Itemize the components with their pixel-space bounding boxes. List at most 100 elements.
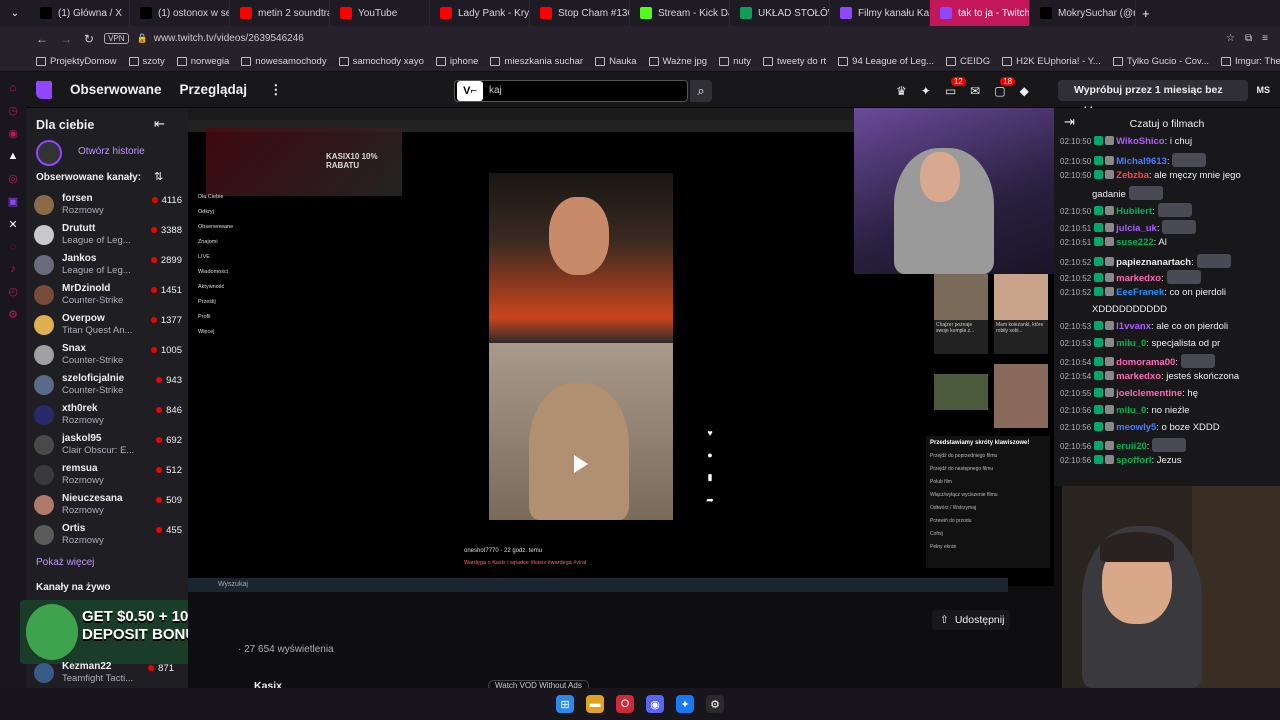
show-more-link[interactable]: Pokaż więcej <box>36 557 94 568</box>
crown-icon[interactable]: ♛ <box>896 84 907 98</box>
chat-username[interactable]: joelclementine <box>1116 388 1182 399</box>
bookmark-item[interactable]: samochody xayo <box>338 56 424 67</box>
side-card-1[interactable]: Chajzer poznaje swoje kompla z... <box>934 274 988 354</box>
settings-icon[interactable]: ⚙ <box>8 308 18 321</box>
browser-tab[interactable]: Filmy kanału Kasi <box>830 0 930 26</box>
mail-icon[interactable]: ✉ <box>970 84 980 98</box>
instagram-icon[interactable]: ◌ <box>10 241 17 253</box>
nav-more-icon[interactable]: ⋮ <box>269 82 283 98</box>
bookmark-item[interactable]: szoty <box>128 56 165 67</box>
discord-icon[interactable]: ◎ <box>8 172 18 185</box>
browser-tab[interactable]: MokrySuchar (@m <box>1030 0 1136 26</box>
browser-tab[interactable]: tak to ja - Twitch <box>930 0 1030 26</box>
chat-username[interactable]: milu_0 <box>1116 405 1146 416</box>
share-icon[interactable]: ➦ <box>706 495 714 506</box>
history-icon[interactable]: ◷ <box>8 104 18 117</box>
vpn-badge[interactable]: VPN <box>104 33 129 44</box>
x-icon[interactable]: ✕ <box>8 218 17 231</box>
home-icon[interactable]: ⌂ <box>10 82 17 94</box>
forward-icon[interactable]: → <box>60 32 72 46</box>
chat-username[interactable]: markedxo <box>1116 273 1161 284</box>
side-card-4-thumb[interactable] <box>994 364 1048 428</box>
followed-channel-item[interactable]: xth0rek Rozmowy 846 <box>34 402 182 432</box>
bookmark-item[interactable]: Nauka <box>595 56 637 67</box>
browser-tab[interactable]: metin 2 soundtrac <box>230 0 330 26</box>
opera-icon[interactable]: O <box>616 695 634 713</box>
open-history-link[interactable]: Otwórz historie <box>78 146 145 157</box>
followed-channel-item[interactable]: MrDzinold Counter-Strike 1451 <box>34 282 182 312</box>
chat-username[interactable]: l1vvanx <box>1116 321 1151 332</box>
comment-icon[interactable]: ● <box>707 450 712 460</box>
bookmark-icon[interactable]: ☆ <box>1226 33 1235 44</box>
windows-icon[interactable]: ⊞ <box>556 695 574 713</box>
inbox-icon[interactable]: ▢ 18 <box>994 77 1016 98</box>
tab-actions-icon[interactable]: ⌄ <box>0 8 30 19</box>
browser-tab[interactable]: (1) Główna / X <box>30 0 130 26</box>
chat-username[interactable]: markedxo <box>1116 371 1161 382</box>
search-input[interactable]: kaj <box>454 80 688 102</box>
prime-trial-button[interactable]: Wypróbuj przez 1 miesiąc bez reklam <box>1058 80 1248 117</box>
play-icon[interactable] <box>574 455 588 473</box>
pin-icon[interactable]: ▲ <box>8 150 19 162</box>
discord-icon[interactable]: ◉ <box>646 695 664 713</box>
followed-channel-item[interactable]: Overpow Titan Quest An... 1377 <box>34 312 182 342</box>
messenger-icon[interactable]: ◉ <box>8 127 18 140</box>
bookmark-item[interactable]: norwegia <box>176 56 229 67</box>
search-extension-icon[interactable]: V⌐ <box>457 81 483 101</box>
chat-username[interactable]: EeeFranek <box>1116 287 1164 298</box>
reload-icon[interactable]: ↻ <box>84 32 94 46</box>
chat-username[interactable]: eruii20 <box>1116 441 1147 452</box>
bookmark-item[interactable]: H2K EUphoria! - Y... <box>1002 56 1101 67</box>
collapse-sidebar-icon[interactable]: ⇤ <box>154 116 165 132</box>
nav-following[interactable]: Obserwowane <box>70 82 162 97</box>
new-tab-icon[interactable]: + <box>1142 6 1150 21</box>
bookmark-item[interactable]: nowesamochody <box>241 56 327 67</box>
chat-username[interactable]: julcia_uk <box>1116 223 1157 234</box>
bookmark-item[interactable]: nuty <box>719 56 751 67</box>
bookmark-item[interactable]: Tylko Gucio - Cov... <box>1112 56 1209 67</box>
steam-icon[interactable]: ⚙ <box>706 695 724 713</box>
search-icon[interactable]: ⌕ <box>690 80 712 102</box>
bits-icon[interactable]: ✦ <box>921 84 931 98</box>
followed-channel-item[interactable]: szeloficjalnie Counter-Strike 943 <box>34 372 182 402</box>
bookmark-item[interactable]: CEIDG <box>946 56 990 67</box>
explorer-icon[interactable]: ▬ <box>586 695 604 713</box>
back-icon[interactable]: ← <box>36 32 48 46</box>
sort-icon[interactable]: ⇅ <box>154 170 163 183</box>
browser-tab[interactable]: UKŁAD STOŁÓW <box>730 0 830 26</box>
save-icon[interactable]: ▮ <box>708 472 713 483</box>
followed-channel-item[interactable]: forsen Rozmowy 4116 <box>34 192 182 222</box>
notifications-icon[interactable]: ▭ 12 <box>945 77 966 98</box>
chat-username[interactable]: suse222 <box>1116 237 1154 248</box>
bookmark-item[interactable]: 94 League of Leg... <box>838 56 934 67</box>
bookmark-item[interactable]: tweety do rt <box>763 56 826 67</box>
side-card-3-thumb[interactable] <box>934 374 988 410</box>
bookmark-item[interactable]: mieszkania suchar <box>490 56 583 67</box>
video-player[interactable]: KASIX10 10% RABATU Dla Ciebie Odkryj Obser… <box>188 108 1054 586</box>
chat-username[interactable]: WikoShico <box>1116 136 1164 147</box>
chat-username[interactable]: domorama00 <box>1116 357 1175 368</box>
followed-channel-item[interactable]: Drututt League of Leg... 3388 <box>34 222 182 252</box>
prime-icon[interactable]: ◆ <box>1020 84 1029 98</box>
bookmark-item[interactable]: Ważne jpg <box>648 56 707 67</box>
browser-tab[interactable]: Lady Pank - Kryzy <box>430 0 530 26</box>
side-card-2[interactable]: Mam kolezanki, które robiły sobi... <box>994 274 1048 354</box>
browser-tab[interactable]: Stop Cham #1367 <box>530 0 630 26</box>
share-button[interactable]: ⇧ Udostępnij <box>932 610 1010 630</box>
messenger-icon[interactable]: ✦ <box>676 695 694 713</box>
browser-tab[interactable]: (1) ostonox w serw <box>130 0 230 26</box>
url-field[interactable]: www.twitch.tv/videos/2639546246 <box>154 33 304 44</box>
menu-icon[interactable]: ≡ <box>1262 33 1268 44</box>
user-avatar[interactable]: MS <box>1257 85 1271 95</box>
followed-channel-item[interactable]: Nieuczesana Rozmowy 509 <box>34 492 182 522</box>
like-icon[interactable]: ♥ <box>707 428 712 438</box>
chat-username[interactable]: milu_0 <box>1116 338 1146 349</box>
live-channel-item[interactable]: Kezman22 Teamfight Tacti... 871 <box>34 660 182 690</box>
bookmark-item[interactable]: Imgur: The most a... <box>1221 56 1280 67</box>
chat-username[interactable]: papieznanartach <box>1116 257 1191 268</box>
followed-channel-item[interactable]: remsua Rozmowy 512 <box>34 462 182 492</box>
followed-channel-item[interactable]: Ortis Rozmowy 455 <box>34 522 182 552</box>
clock-icon[interactable]: ◴ <box>8 285 18 298</box>
chat-username[interactable]: meowly5 <box>1116 422 1156 433</box>
followed-channel-item[interactable]: Snax Counter-Strike 1005 <box>34 342 182 372</box>
